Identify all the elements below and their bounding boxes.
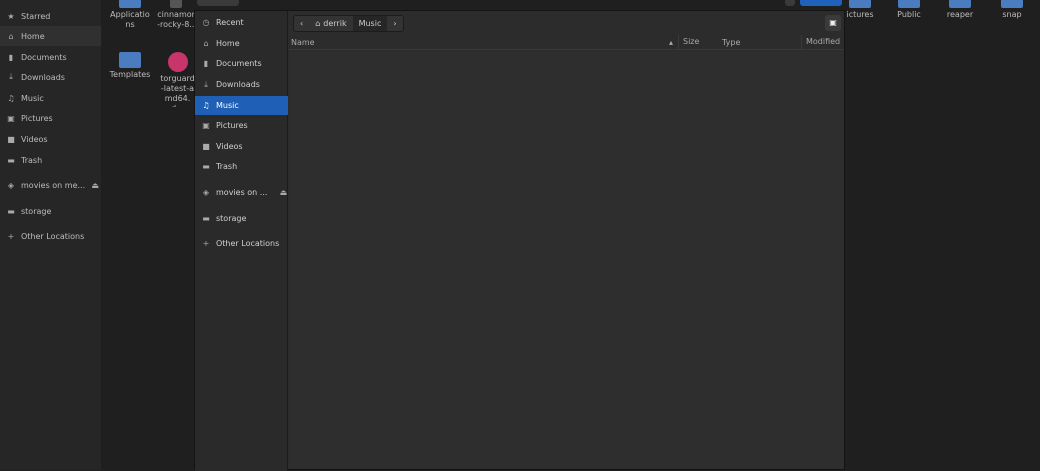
clock-icon: ◷ bbox=[202, 18, 210, 27]
sidebar-item-videos[interactable]: ■ Videos bbox=[195, 137, 288, 156]
breadcrumb-home[interactable]: ⌂ derrik bbox=[309, 16, 352, 31]
dialog-cancel-button[interactable] bbox=[197, 0, 239, 6]
sidebar-item-storage[interactable]: ▬ storage bbox=[195, 209, 288, 228]
folder-icon: ▬ bbox=[7, 206, 15, 216]
sidebar-item-music[interactable]: ♫ Music bbox=[195, 96, 288, 115]
sidebar-item-recent[interactable]: ◷ Recent bbox=[195, 13, 288, 32]
trash-icon: ▬ bbox=[7, 155, 15, 165]
file-list[interactable] bbox=[289, 51, 844, 469]
folder-icon bbox=[119, 52, 141, 68]
file-cinnamon[interactable]: cinnamon-rocky-8... bbox=[157, 0, 195, 30]
drive-icon: ◈ bbox=[7, 180, 15, 190]
folder-icon bbox=[119, 0, 141, 8]
sidebar-item-movies[interactable]: ◈ movies on ... ⏏ bbox=[195, 183, 288, 202]
folder-icon bbox=[1001, 0, 1023, 8]
video-icon: ■ bbox=[202, 142, 210, 151]
folder-icon bbox=[849, 0, 871, 8]
archive-icon bbox=[170, 0, 182, 8]
download-icon: ⤓ bbox=[204, 79, 208, 89]
download-icon: ⤓ bbox=[9, 72, 13, 81]
drive-icon: ◈ bbox=[202, 188, 210, 197]
column-header: Name ▴ Size Type Modified bbox=[289, 35, 844, 50]
plus-icon: + bbox=[7, 231, 15, 241]
bg-sidebar-home[interactable]: ⌂ Home bbox=[0, 26, 101, 46]
debian-package-icon bbox=[167, 52, 188, 72]
home-icon: ⌂ bbox=[203, 39, 209, 48]
breadcrumb: ‹ ⌂ derrik Music › bbox=[293, 15, 404, 32]
file-pictures[interactable]: ictures bbox=[845, 0, 875, 20]
folder-icon: ▬ bbox=[202, 214, 210, 223]
folder-icon bbox=[949, 0, 971, 8]
bg-sidebar-downloads[interactable]: ⤓ Downloads bbox=[0, 67, 101, 87]
sidebar-item-home[interactable]: ⌂ Home bbox=[195, 34, 288, 53]
file-public[interactable]: Public bbox=[883, 0, 935, 20]
file-reaper[interactable]: reaper bbox=[934, 0, 986, 20]
sidebar-item-downloads[interactable]: ⤓ Downloads bbox=[195, 75, 288, 94]
file-applications[interactable]: Applications bbox=[104, 0, 156, 30]
sidebar-item-other-locations[interactable]: + Other Locations bbox=[195, 234, 288, 253]
column-name[interactable]: Name bbox=[291, 38, 315, 47]
file-torguard[interactable]: torguard-latest-amd64.d... bbox=[160, 52, 195, 107]
document-icon: ▮ bbox=[203, 59, 209, 68]
bg-sidebar-starred[interactable]: ★ Starred bbox=[0, 6, 101, 26]
file-browser: ‹ ⌂ derrik Music › ▣ Name ▴ Size Type Mod… bbox=[289, 11, 844, 469]
sidebar-item-pictures[interactable]: ▣ Pictures bbox=[195, 116, 288, 135]
breadcrumb-back-button[interactable]: ‹ bbox=[294, 16, 309, 31]
breadcrumb-music[interactable]: Music bbox=[352, 16, 388, 31]
picture-icon: ▣ bbox=[7, 113, 15, 123]
star-icon: ★ bbox=[7, 11, 15, 21]
plus-icon: + bbox=[202, 239, 210, 248]
sort-ascending-icon: ▴ bbox=[669, 38, 674, 47]
column-modified[interactable]: Modified bbox=[801, 35, 840, 49]
bg-sidebar-videos[interactable]: ■ Videos bbox=[0, 129, 101, 149]
sidebar-item-trash[interactable]: ▬ Trash bbox=[195, 157, 288, 176]
file-chooser-dialog: ◷ Recent ⌂ Home ▮ Documents ⤓ Downloads ♫ Mus… bbox=[194, 10, 845, 471]
file-snap[interactable]: snap bbox=[986, 0, 1038, 20]
column-size[interactable]: Size bbox=[678, 35, 699, 49]
bg-sidebar-other-locations[interactable]: + Other Locations bbox=[0, 226, 101, 246]
folder-icon bbox=[898, 0, 920, 8]
background-sidebar: ★ Starred ⌂ Home ▮ Documents ⤓ Downloads ♫ Mu… bbox=[0, 0, 101, 470]
file-templates[interactable]: Templates bbox=[104, 52, 156, 80]
music-icon: ♫ bbox=[202, 101, 210, 110]
dialog-sidebar: ◷ Recent ⌂ Home ▮ Documents ⤓ Downloads ♫ Mus… bbox=[195, 11, 288, 471]
new-folder-icon: ▣ bbox=[829, 18, 837, 27]
bg-sidebar-pictures[interactable]: ▣ Pictures bbox=[0, 108, 101, 128]
bg-sidebar-music[interactable]: ♫ Music bbox=[0, 88, 101, 108]
trash-icon: ▬ bbox=[202, 162, 210, 171]
new-folder-button[interactable]: ▣ bbox=[825, 15, 841, 31]
breadcrumb-forward-button[interactable]: › bbox=[387, 16, 402, 31]
sidebar-item-documents[interactable]: ▮ Documents bbox=[195, 54, 288, 73]
dialog-header-button[interactable] bbox=[785, 0, 795, 6]
bg-sidebar-storage[interactable]: ▬ storage bbox=[0, 201, 101, 221]
bg-sidebar-trash[interactable]: ▬ Trash bbox=[0, 150, 101, 170]
music-icon: ♫ bbox=[7, 93, 15, 103]
column-type[interactable]: Type bbox=[722, 38, 740, 47]
dialog-confirm-button[interactable] bbox=[800, 0, 842, 6]
video-icon: ■ bbox=[7, 134, 15, 144]
eject-icon[interactable]: ⏏ bbox=[91, 181, 99, 190]
bg-sidebar-documents[interactable]: ▮ Documents bbox=[0, 47, 101, 67]
bg-sidebar-movies[interactable]: ◈ movies on me... ⏏ bbox=[0, 175, 101, 195]
eject-icon[interactable]: ⏏ bbox=[279, 188, 288, 197]
picture-icon: ▣ bbox=[202, 121, 210, 130]
document-icon: ▮ bbox=[8, 52, 14, 62]
home-icon: ⌂ bbox=[315, 19, 321, 28]
home-icon: ⌂ bbox=[8, 31, 14, 41]
